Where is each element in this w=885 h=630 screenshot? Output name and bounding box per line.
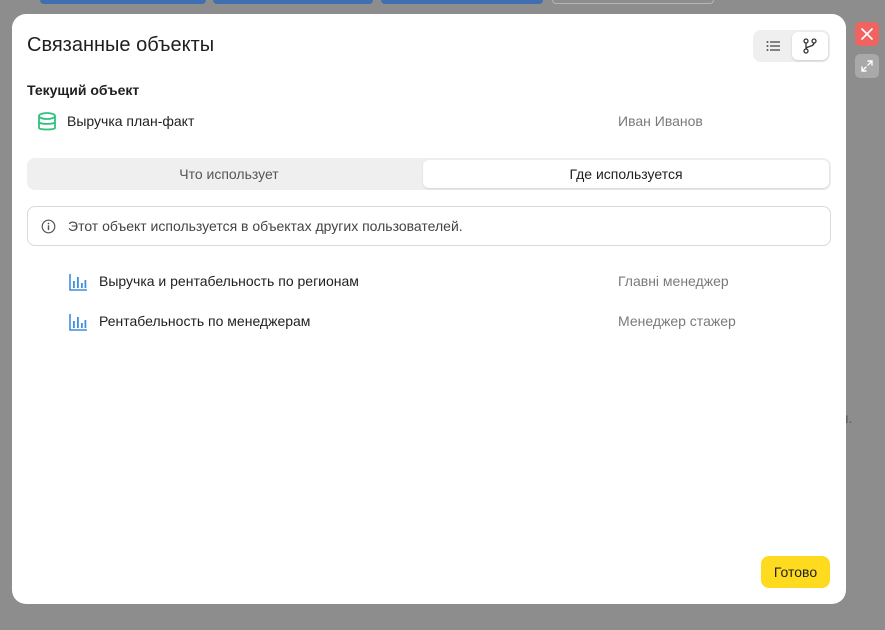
background-tab <box>40 0 206 4</box>
dependent-object-name: Выручка и рентабельность по регионам <box>99 273 359 289</box>
tab-where-used[interactable]: Где используется <box>423 160 829 188</box>
expand-icon <box>861 60 873 72</box>
current-object-label: Текущий объект <box>27 82 140 98</box>
bar-chart-icon <box>68 272 88 297</box>
expand-button[interactable] <box>855 54 879 78</box>
done-button[interactable]: Готово <box>761 556 830 588</box>
view-toggle <box>753 30 830 62</box>
related-objects-dialog: Связанные объекты Текущий объект Выручка… <box>12 14 846 604</box>
info-notice: Этот объект используется в объектах друг… <box>27 206 831 246</box>
list-icon <box>766 41 780 51</box>
list-item[interactable]: Рентабельность по менеджерам Менеджер ст… <box>68 310 828 334</box>
current-object-owner: Иван Иванов <box>618 113 703 129</box>
graph-view-button[interactable] <box>792 32 828 60</box>
dependent-object-owner: Главні менеджер <box>618 273 729 289</box>
info-icon <box>41 219 56 239</box>
database-icon <box>37 112 57 137</box>
usage-tabs: Что использует Где используется <box>27 158 831 190</box>
close-button[interactable] <box>855 22 879 46</box>
bar-chart-icon <box>68 312 88 337</box>
background-tab <box>381 0 543 4</box>
dependent-object-owner: Менеджер стажер <box>618 313 736 329</box>
background-tab <box>213 0 373 4</box>
background-tab <box>552 0 714 4</box>
current-object-row[interactable]: Выручка план-факт Иван Иванов <box>27 110 817 134</box>
info-notice-text: Этот объект используется в объектах друг… <box>68 218 463 234</box>
branch-icon <box>803 38 817 54</box>
list-view-button[interactable] <box>755 32 791 60</box>
list-item[interactable]: Выручка и рентабельность по регионам Гла… <box>68 270 828 294</box>
dependent-object-name: Рентабельность по менеджерам <box>99 313 311 329</box>
current-object-name: Выручка план-факт <box>67 113 195 129</box>
tab-what-uses[interactable]: Что использует <box>29 160 429 188</box>
close-icon <box>861 28 873 40</box>
dialog-title: Связанные объекты <box>27 34 215 56</box>
